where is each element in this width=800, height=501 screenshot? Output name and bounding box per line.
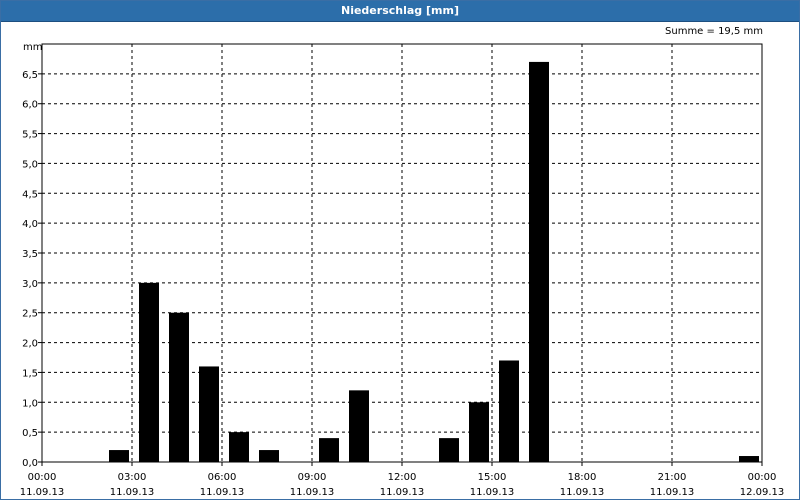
y-tick-label: 6,0 [22,100,38,111]
x-tick-label-date: 11.09.13 [290,487,335,498]
precipitation-bar [439,438,459,462]
y-tick-label: 5,0 [22,159,38,170]
precipitation-bar [349,390,369,462]
y-tick-label: 1,0 [22,398,38,409]
x-tick-label-time: 21:00 [658,472,687,483]
x-tick-label-time: 09:00 [298,472,327,483]
x-tick-label-date: 11.09.13 [650,487,695,498]
y-tick-label: 0,5 [22,428,38,439]
y-tick-label: 2,5 [22,309,38,320]
precipitation-bar [139,282,159,462]
x-tick-label-time: 15:00 [478,472,507,483]
precipitation-bar [469,402,489,462]
precipitation-bar [169,312,189,462]
x-tick-label-time: 06:00 [208,472,237,483]
x-tick-label-date: 11.09.13 [200,487,245,498]
x-tick-label-time: 00:00 [748,472,777,483]
x-tick-label-date: 11.09.13 [20,487,65,498]
y-tick-label: 4,5 [22,189,38,200]
x-tick-label-date: 11.09.13 [110,487,155,498]
precipitation-bar [499,360,519,462]
x-tick-label-date: 11.09.13 [470,487,515,498]
precipitation-bar [319,438,339,462]
x-tick-label-date: 11.09.13 [380,487,425,498]
precipitation-bar [739,456,759,462]
y-tick-label: 3,0 [22,279,38,290]
y-tick-label: 3,5 [22,249,38,260]
y-tick-label: 2,0 [22,339,38,350]
y-tick-label: 0,0 [22,458,38,469]
y-tick-label: 6,5 [22,70,38,81]
chart-window: Niederschlag [mm] mm Summe = 19,5 mm 00:… [0,0,800,500]
x-tick-label-time: 18:00 [568,472,597,483]
precipitation-bar [199,366,219,462]
y-tick-label: 4,0 [22,219,38,230]
x-tick-label-time: 00:00 [28,472,57,483]
precipitation-chart: 00:00 11.09.13 03:00 11.09.13 06:00 11.09.13 0… [20,43,785,498]
x-tick-label-time: 12:00 [388,472,417,483]
precipitation-bar [229,432,249,462]
y-tick-label: 5,5 [22,130,38,141]
x-tick-label-time: 03:00 [118,472,147,483]
precipitation-bar [109,450,129,462]
x-tick-label-date: 12.09.13 [740,487,785,498]
y-tick-label: 1,5 [22,368,38,379]
precipitation-bar [529,61,549,463]
x-tick-label-date: 11.09.13 [560,487,605,498]
precipitation-bar [259,450,279,462]
